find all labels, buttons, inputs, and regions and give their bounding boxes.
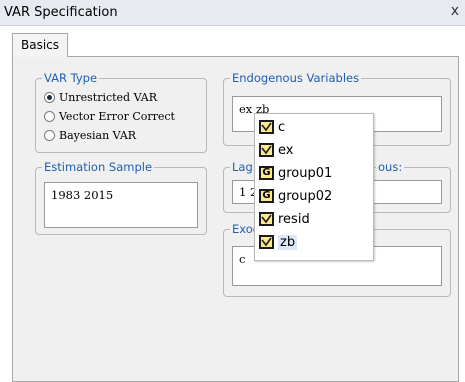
tab-basics[interactable]: Basics [12,33,68,57]
autocomplete-item-ex[interactable]: ex [259,140,293,160]
autocomplete-item-label: ex [278,142,294,158]
radio-button[interactable] [44,110,55,122]
endogenous-variables-legend: Endogenous Variables [230,71,362,85]
autocomplete-item-resid[interactable]: resid [259,209,310,229]
tab-basics-label: Basics [21,38,60,52]
window-title: VAR Specification [4,5,118,20]
group-icon: G [259,166,274,180]
radio-vector-error-correct[interactable]: Vector Error Correct [44,108,175,124]
radio-button-checked[interactable] [44,91,55,103]
autocomplete-popup: c ex G group01 G group02 resid zb [254,113,374,261]
series-icon [259,212,274,226]
lag-intervals-legend: Lag [230,160,255,174]
radio-button[interactable] [44,129,55,141]
series-icon [259,120,274,134]
estimation-sample-input[interactable]: 1983 2015 [44,182,198,228]
autocomplete-item-group01[interactable]: G group01 [259,163,332,183]
autocomplete-item-zb[interactable]: zb [259,232,298,252]
autocomplete-item-label: c [278,119,286,135]
autocomplete-item-label: zb [278,234,298,250]
var-type-group: VAR Type Unrestricted VAR Vector Error C… [35,71,207,153]
exogenous-variables-value: c [239,252,246,266]
close-icon[interactable]: x [451,3,459,19]
var-type-legend: VAR Type [42,71,100,85]
basics-panel: VAR Type Unrestricted VAR Vector Error C… [12,56,459,382]
estimation-sample-group: Estimation Sample 1983 2015 [35,160,207,235]
autocomplete-item-label: group01 [278,165,333,181]
series-icon [259,235,274,249]
title-bar: VAR Specification x [0,0,465,26]
autocomplete-item-group02[interactable]: G group02 [259,186,332,206]
estimation-sample-value: 1983 2015 [51,188,114,202]
series-icon [259,143,274,157]
group-icon: G [259,189,274,203]
autocomplete-item-label: resid [278,211,310,227]
radio-bayesian-var[interactable]: Bayesian VAR [44,127,136,143]
estimation-sample-legend: Estimation Sample [42,160,155,174]
radio-unrestricted-var[interactable]: Unrestricted VAR [44,89,157,105]
radio-label: Unrestricted VAR [59,90,158,104]
radio-label: Bayesian VAR [59,128,137,142]
autocomplete-item-label: group02 [278,188,333,204]
radio-label: Vector Error Correct [59,109,175,123]
lag-intervals-legend-tail: ous: [376,160,405,174]
autocomplete-item-c[interactable]: c [259,117,285,137]
